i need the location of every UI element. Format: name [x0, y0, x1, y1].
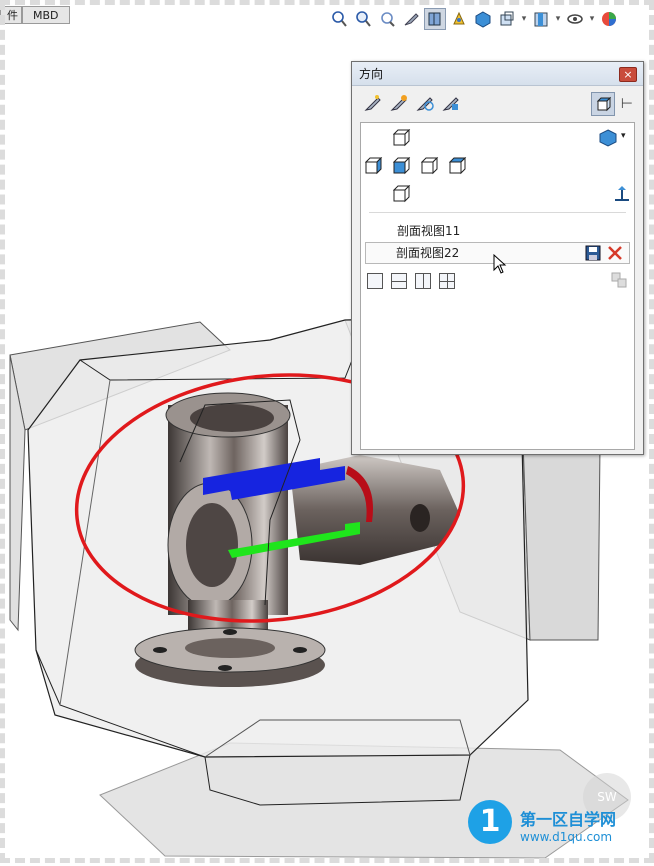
dropdown-chevron-icon[interactable]: ▾ [520, 14, 528, 24]
two-viewport-vertical-icon[interactable] [415, 273, 431, 289]
right-view-cube-icon[interactable] [421, 157, 439, 175]
view-selector-icon[interactable] [440, 92, 462, 114]
mouse-cursor-icon [493, 254, 507, 274]
normal-to-icon[interactable] [613, 185, 631, 203]
dialog-right-tools: ⊢ [590, 92, 633, 116]
display-style-icon[interactable] [448, 8, 470, 30]
isometric-view-icon[interactable] [599, 129, 617, 147]
chevron-down-icon[interactable]: ▾ [621, 131, 626, 141]
previous-view-icon[interactable] [376, 8, 398, 30]
view-item-11[interactable]: 剖面视图11 [397, 222, 460, 239]
views-panel: ▾ 剖面视图11 剖面视图22 [360, 122, 635, 450]
render-tools-icon[interactable] [598, 8, 620, 30]
view-item-22-label: 剖面视图22 [396, 246, 460, 260]
heads-up-view-toolbar: ▾ ▾ ▾ [328, 6, 620, 32]
top-view-cube-icon[interactable] [393, 129, 411, 147]
pin-icon[interactable]: ⊢ [621, 96, 633, 112]
new-view-icon[interactable] [362, 92, 384, 114]
update-standard-views-icon[interactable] [388, 92, 410, 114]
tab-mbd[interactable]: MBD [22, 6, 70, 24]
link-views-icon[interactable] [610, 271, 628, 289]
bottom-view-cube-icon[interactable] [393, 185, 411, 203]
dropdown-chevron-icon[interactable]: ▾ [554, 14, 562, 24]
section-view-icon[interactable] [424, 8, 446, 30]
view-selector-toggle-icon[interactable] [590, 92, 615, 116]
edit-appearance-icon[interactable] [496, 8, 518, 30]
dynamic-annotation-icon[interactable] [400, 8, 422, 30]
apply-scene-icon[interactable] [530, 8, 552, 30]
single-viewport-icon[interactable] [367, 273, 383, 289]
watermark-url: www.d1qu.com [520, 830, 613, 844]
zoom-to-fit-icon[interactable] [328, 8, 350, 30]
document-tabs: 件 MBD [0, 6, 70, 26]
delete-icon[interactable] [607, 245, 623, 261]
left-view-cube-icon[interactable] [365, 157, 383, 175]
front-view-cube-icon[interactable] [393, 157, 411, 175]
watermark-site-name: 第一区自学网 [520, 810, 617, 829]
list-divider [369, 212, 626, 213]
back-view-cube-icon[interactable] [449, 157, 467, 175]
zoom-area-icon[interactable] [352, 8, 374, 30]
hide-show-icon[interactable] [472, 8, 494, 30]
dropdown-chevron-icon[interactable]: ▾ [588, 14, 596, 24]
dialog-title: 方向 [359, 67, 384, 81]
two-viewport-horizontal-icon[interactable] [391, 273, 407, 289]
dialog-titlebar[interactable]: 方向 [352, 62, 643, 86]
site-logo-icon: 1 [468, 800, 512, 844]
save-icon[interactable] [585, 245, 601, 261]
dialog-toolbar [362, 92, 462, 114]
reset-standard-views-icon[interactable] [414, 92, 436, 114]
viewport-layout-buttons [367, 273, 455, 289]
tab-part[interactable]: 件 [0, 6, 22, 24]
close-button[interactable]: × [619, 67, 637, 82]
view-settings-icon[interactable] [564, 8, 586, 30]
four-viewport-icon[interactable] [439, 273, 455, 289]
